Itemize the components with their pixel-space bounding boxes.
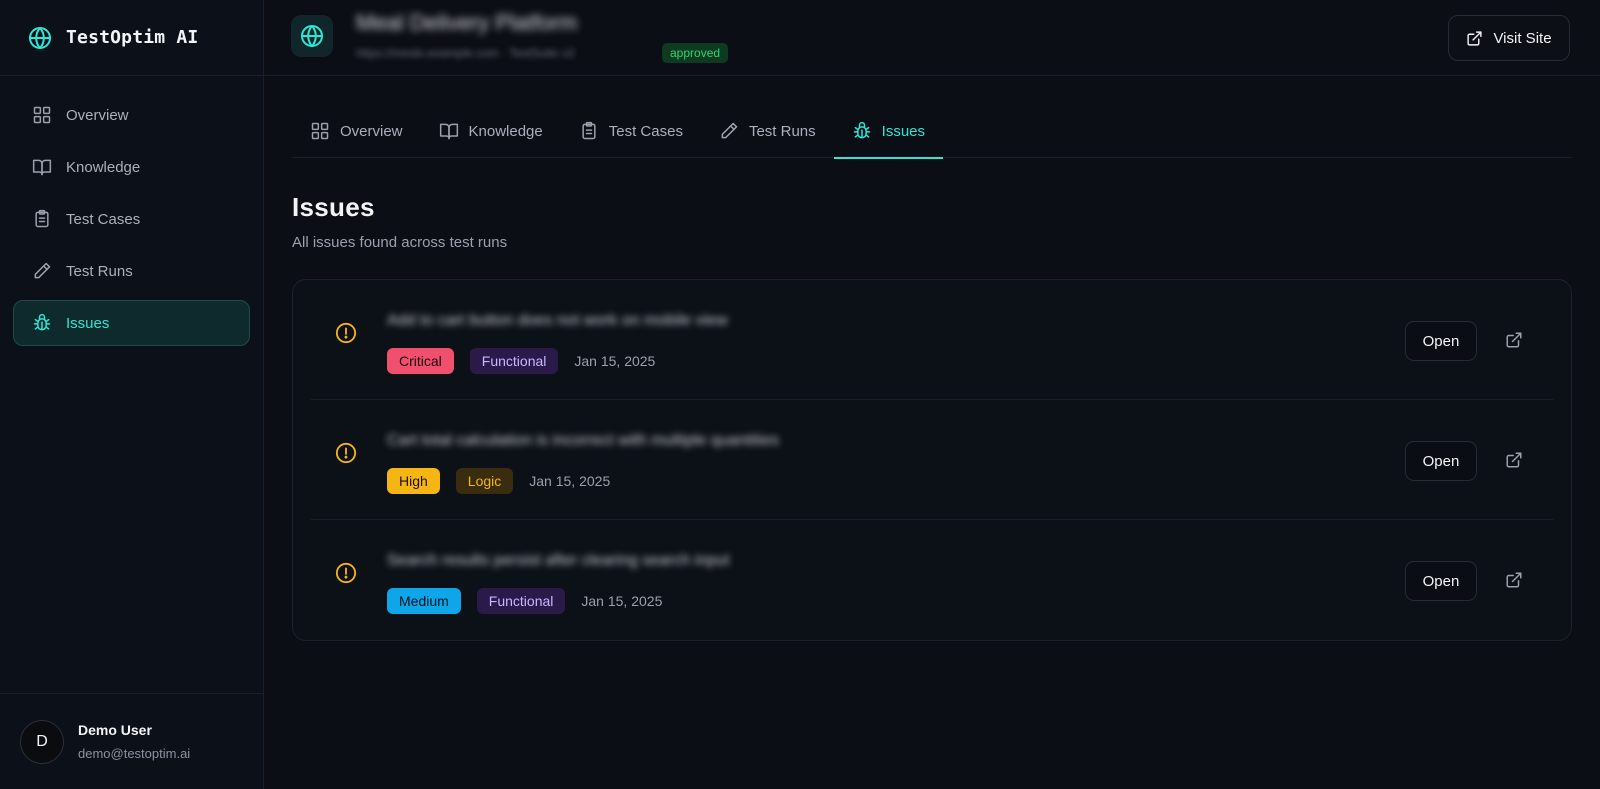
tab-test-runs[interactable]: Test Runs <box>701 104 834 158</box>
severity-badge: Critical <box>387 348 454 374</box>
brand-name: TestOptim AI <box>66 27 199 48</box>
sidebar-item-label: Issues <box>66 314 110 332</box>
sidebar-item-knowledge[interactable]: Knowledge <box>13 144 250 190</box>
user-profile[interactable]: D Demo User demo@testoptim.ai <box>0 693 263 789</box>
issue-tags: Critical Functional Jan 15, 2025 <box>387 348 655 374</box>
sidebar-item-overview[interactable]: Overview <box>13 92 250 138</box>
external-link-icon[interactable] <box>1505 571 1523 589</box>
sidebar-item-label: Knowledge <box>66 158 141 176</box>
user-email: demo@testoptim.ai <box>78 746 191 761</box>
bug-icon <box>32 313 52 333</box>
visit-site-button[interactable]: Visit Site <box>1448 15 1570 61</box>
globe-icon <box>28 26 52 50</box>
issue-title: Cart total calculation is incorrect with… <box>387 432 780 449</box>
clipboard-icon <box>32 209 52 229</box>
sidebar-item-label: Overview <box>66 106 129 124</box>
pencil-icon <box>32 261 52 281</box>
grid-icon <box>310 121 330 141</box>
tab-test-cases[interactable]: Test Cases <box>561 104 701 158</box>
open-issue-button[interactable]: Open <box>1405 441 1477 481</box>
project-header: Meal Delivery Platform https://meals.exa… <box>264 0 1600 76</box>
category-badge: Logic <box>455 468 514 494</box>
clipboard-icon <box>579 121 599 141</box>
list-item[interactable]: Add to cart button does not work on mobi… <box>311 280 1553 400</box>
visit-site-label: Visit Site <box>1493 29 1552 47</box>
pencil-icon <box>719 121 739 141</box>
sidebar-item-issues[interactable]: Issues <box>13 300 250 346</box>
external-link-icon[interactable] <box>1505 331 1523 349</box>
tab-label: Overview <box>340 122 403 140</box>
tab-label: Knowledge <box>468 122 543 140</box>
issue-tags: Medium Functional Jan 15, 2025 <box>387 588 662 614</box>
book-icon <box>32 157 52 177</box>
tab-label: Test Runs <box>748 122 816 140</box>
project-title: Meal Delivery Platform <box>356 10 578 35</box>
issue-tags: High Logic Jan 15, 2025 <box>387 468 610 494</box>
tab-knowledge[interactable]: Knowledge <box>421 104 561 158</box>
tab-bar: Overview Knowledge Test Cases Test Runs … <box>292 104 1572 159</box>
issue-date: Jan 15, 2025 <box>574 353 656 369</box>
tab-label: Issues <box>881 122 926 140</box>
open-issue-button[interactable]: Open <box>1405 561 1477 601</box>
brand[interactable]: TestOptim AI <box>0 0 263 76</box>
page-subtitle: All issues found across test runs <box>292 234 508 251</box>
open-issue-button[interactable]: Open <box>1405 321 1477 361</box>
external-link-icon[interactable] <box>1505 451 1523 469</box>
issues-list: Add to cart button does not work on mobi… <box>292 279 1572 641</box>
category-badge: Functional <box>476 588 566 614</box>
sidebar-item-label: Test Cases <box>66 210 141 228</box>
book-icon <box>439 121 459 141</box>
project-icon <box>291 15 333 57</box>
warning-icon <box>335 442 357 464</box>
warning-icon <box>335 562 357 584</box>
category-badge: Functional <box>469 348 559 374</box>
warning-icon <box>335 322 357 344</box>
issue-date: Jan 15, 2025 <box>581 593 663 609</box>
sidebar-item-test-runs[interactable]: Test Runs <box>13 248 250 294</box>
sidebar-item-test-cases[interactable]: Test Cases <box>13 196 250 242</box>
sidebar-item-label: Test Runs <box>66 262 133 280</box>
issue-date: Jan 15, 2025 <box>529 473 611 489</box>
severity-badge: High <box>387 468 440 494</box>
bug-icon <box>852 121 872 141</box>
status-badge: approved <box>662 43 729 63</box>
list-item[interactable]: Cart total calculation is incorrect with… <box>311 400 1553 520</box>
tab-label: Test Cases <box>608 122 683 140</box>
page-title: Issues <box>292 192 375 222</box>
severity-badge: Medium <box>387 588 461 614</box>
sidebar: TestOptim AI Overview Knowledge Test Cas… <box>0 0 264 789</box>
sidebar-nav: Overview Knowledge Test Cases Test Runs … <box>0 76 263 368</box>
tab-overview[interactable]: Overview <box>292 104 421 158</box>
issue-title: Search results persist after clearing se… <box>387 552 730 569</box>
tab-issues[interactable]: Issues <box>833 104 944 159</box>
list-item[interactable]: Search results persist after clearing se… <box>311 520 1553 640</box>
project-subtitle: https://meals.example.com · TestSuite v2 <box>356 46 575 60</box>
grid-icon <box>32 105 52 125</box>
avatar: D <box>20 719 64 764</box>
issue-title: Add to cart button does not work on mobi… <box>387 312 728 329</box>
globe-icon <box>300 24 324 48</box>
user-name: Demo User <box>78 722 152 738</box>
external-link-icon <box>1466 30 1483 47</box>
